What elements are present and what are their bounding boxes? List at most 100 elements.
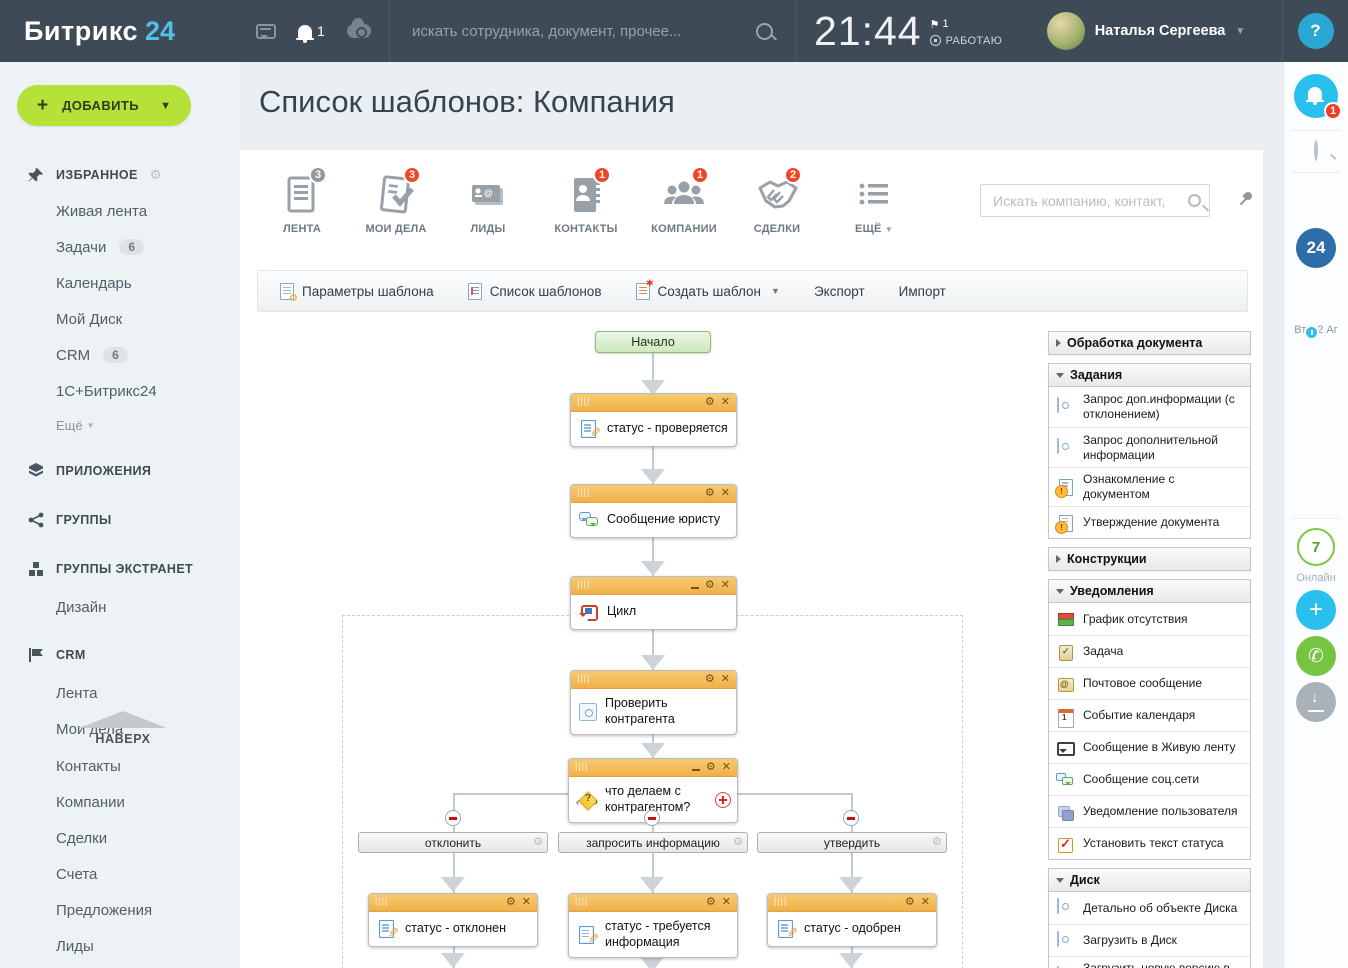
- panel-item-mail-message[interactable]: Почтовое сообщение: [1049, 667, 1250, 699]
- import-button[interactable]: Импорт: [899, 284, 946, 299]
- template-params-button[interactable]: Параметры шаблона: [280, 283, 434, 300]
- rail-invite-button[interactable]: +: [1296, 590, 1336, 630]
- logo[interactable]: Битрикс 24: [0, 0, 240, 62]
- sidebar-item-more[interactable]: Ещё▼: [0, 412, 240, 438]
- flow-start-node[interactable]: Начало: [595, 331, 711, 353]
- panel-section-constructions[interactable]: Конструкции: [1048, 547, 1251, 571]
- crm-search-input[interactable]: [993, 193, 1188, 209]
- grip-icon[interactable]: ||||: [577, 488, 590, 497]
- gear-icon[interactable]: ⚙: [705, 580, 715, 591]
- grip-icon[interactable]: ||||: [575, 897, 588, 906]
- collapse-branch-button[interactable]: [445, 810, 461, 826]
- gear-icon[interactable]: ⚙: [150, 167, 162, 183]
- close-icon[interactable]: ✕: [721, 488, 730, 499]
- rail-phone-button[interactable]: ✆: [1296, 636, 1336, 676]
- collapse-branch-button[interactable]: [644, 810, 660, 826]
- tab-feed[interactable]: 3 ЛЕНТА: [254, 172, 350, 235]
- gear-icon[interactable]: ⚙: [932, 835, 942, 848]
- grip-icon[interactable]: ||||: [577, 674, 590, 683]
- grip-icon[interactable]: ||||: [375, 897, 388, 906]
- panel-section-notifications[interactable]: Уведомления: [1048, 579, 1251, 603]
- panel-item-disk-object-details[interactable]: Детально об объекте Диска: [1049, 892, 1250, 924]
- panel-item-request-info[interactable]: Запрос дополнительной информации: [1049, 427, 1250, 467]
- close-icon[interactable]: ✕: [921, 897, 930, 908]
- create-template-button[interactable]: Создать шаблон ▼: [636, 283, 780, 300]
- online-counter[interactable]: 7: [1297, 528, 1335, 566]
- close-icon[interactable]: ✕: [721, 397, 730, 408]
- back-to-top-button[interactable]: НАВЕРХ: [58, 711, 188, 746]
- panel-item-upload-new-version[interactable]: Загрузить новую версию в Диск: [1049, 956, 1250, 968]
- notifications-button[interactable]: 1: [298, 23, 325, 39]
- minimize-icon[interactable]: [691, 587, 699, 589]
- worktime-widget[interactable]: 21:44 ⚑ 1 РАБОТАЮ: [796, 0, 1010, 62]
- grip-icon[interactable]: ||||: [577, 580, 590, 589]
- panel-item-calendar-event[interactable]: Событие календаря: [1049, 699, 1250, 731]
- flow-node-message-lawyer[interactable]: |||| ⚙✕ Сообщение юристу: [570, 484, 737, 538]
- pin-icon[interactable]: [1235, 190, 1255, 210]
- sidebar-item-crm[interactable]: CRM 6: [0, 342, 240, 368]
- rail-search-button[interactable]: [1314, 140, 1318, 161]
- add-branch-button[interactable]: [715, 792, 731, 808]
- gear-icon[interactable]: ⚙: [706, 762, 716, 773]
- export-button[interactable]: Экспорт: [814, 284, 865, 299]
- flow-node-status-info[interactable]: |||| ⚙✕ статус - требуется информация: [568, 893, 738, 958]
- gear-icon[interactable]: ⚙: [533, 835, 543, 848]
- panel-item-social-message[interactable]: Сообщение соц.сети: [1049, 763, 1250, 795]
- gear-icon[interactable]: ⚙: [706, 897, 716, 908]
- gear-icon[interactable]: ⚙: [705, 674, 715, 685]
- tab-more[interactable]: ЕЩЁ ▼: [826, 172, 922, 235]
- close-icon[interactable]: ✕: [721, 674, 730, 685]
- panel-item-user-notification[interactable]: Уведомление пользователя: [1049, 795, 1250, 827]
- gear-icon[interactable]: ⚙: [506, 897, 516, 908]
- messenger-button[interactable]: [256, 24, 276, 39]
- sidebar-item-tasks[interactable]: Задачи 6: [0, 234, 240, 260]
- tab-companies[interactable]: 1 КОМПАНИИ: [636, 172, 732, 235]
- sidebar-item-crm-companies[interactable]: Компании: [0, 789, 240, 815]
- flow-node-status-approved[interactable]: |||| ⚙✕ статус - одобрен: [767, 893, 937, 947]
- close-icon[interactable]: ✕: [722, 897, 731, 908]
- panel-item-request-info-reject[interactable]: Запрос доп.информации (с отклонением): [1049, 387, 1250, 427]
- tab-contacts[interactable]: 1 КОНТАКТЫ: [538, 172, 634, 235]
- sidebar-section-favorites[interactable]: ИЗБРАННОЕ ⚙: [0, 162, 240, 188]
- rail-notifications-button[interactable]: 1: [1294, 74, 1338, 118]
- panel-section-disk[interactable]: Диск: [1048, 868, 1251, 892]
- close-icon[interactable]: ✕: [522, 897, 531, 908]
- sidebar-section-crm[interactable]: CRM: [0, 642, 240, 668]
- tab-my-deals[interactable]: 3 МОИ ДЕЛА: [348, 172, 444, 235]
- sidebar-item-crm-feed[interactable]: Лента: [0, 680, 240, 706]
- grip-icon[interactable]: ||||: [575, 762, 588, 771]
- panel-item-approve-document[interactable]: Утверждение документа: [1049, 506, 1250, 538]
- global-search-input[interactable]: [412, 23, 732, 40]
- grip-icon[interactable]: ||||: [577, 397, 590, 406]
- search-icon[interactable]: [1188, 194, 1201, 207]
- search-icon[interactable]: [756, 23, 773, 40]
- branch-reject[interactable]: отклонить⚙: [358, 832, 548, 853]
- panel-section-document-processing[interactable]: Обработка документа: [1048, 331, 1251, 355]
- sidebar-item-crm-quotes[interactable]: Предложения: [0, 897, 240, 923]
- panel-item-upload-to-disk[interactable]: Загрузить в Диск: [1049, 924, 1250, 956]
- flow-node-cycle[interactable]: |||| ⚙✕ Цикл: [570, 576, 737, 630]
- sidebar-item-calendar[interactable]: Календарь: [0, 270, 240, 296]
- sidebar-section-groups[interactable]: ГРУППЫ: [0, 507, 240, 533]
- close-icon[interactable]: ✕: [722, 762, 731, 773]
- sidebar-section-extranet[interactable]: ГРУППЫ ЭКСТРАНЕТ: [0, 556, 240, 582]
- flow-node-status-rejected[interactable]: |||| ⚙✕ статус - отклонен: [368, 893, 538, 947]
- close-icon[interactable]: ✕: [721, 580, 730, 591]
- sidebar-item-crm-invoices[interactable]: Счета: [0, 861, 240, 887]
- gear-icon[interactable]: ⚙: [905, 897, 915, 908]
- panel-item-feed-message[interactable]: Сообщение в Живую ленту: [1049, 731, 1250, 763]
- branch-request-info[interactable]: запросить информацию⚙: [558, 832, 748, 853]
- panel-item-set-status-text[interactable]: Установить текст статуса: [1049, 827, 1250, 859]
- tab-leads[interactable]: @ ЛИДЫ: [440, 172, 536, 235]
- gear-icon[interactable]: ⚙: [733, 835, 743, 848]
- rail-chat24-button[interactable]: 24: [1296, 228, 1336, 268]
- grip-icon[interactable]: ||||: [774, 897, 787, 906]
- gear-icon[interactable]: ⚙: [705, 397, 715, 408]
- sidebar-item-design[interactable]: Дизайн: [0, 594, 240, 620]
- sidebar-item-my-disk[interactable]: Мой Диск: [0, 306, 240, 332]
- panel-section-tasks[interactable]: Задания: [1048, 363, 1251, 387]
- sidebar-item-crm-deals[interactable]: Сделки: [0, 825, 240, 851]
- gear-icon[interactable]: ⚙: [705, 488, 715, 499]
- flow-node-check-contractor[interactable]: |||| ⚙✕ Проверить контрагента: [570, 670, 737, 735]
- branch-approve[interactable]: утвердить⚙: [757, 832, 947, 853]
